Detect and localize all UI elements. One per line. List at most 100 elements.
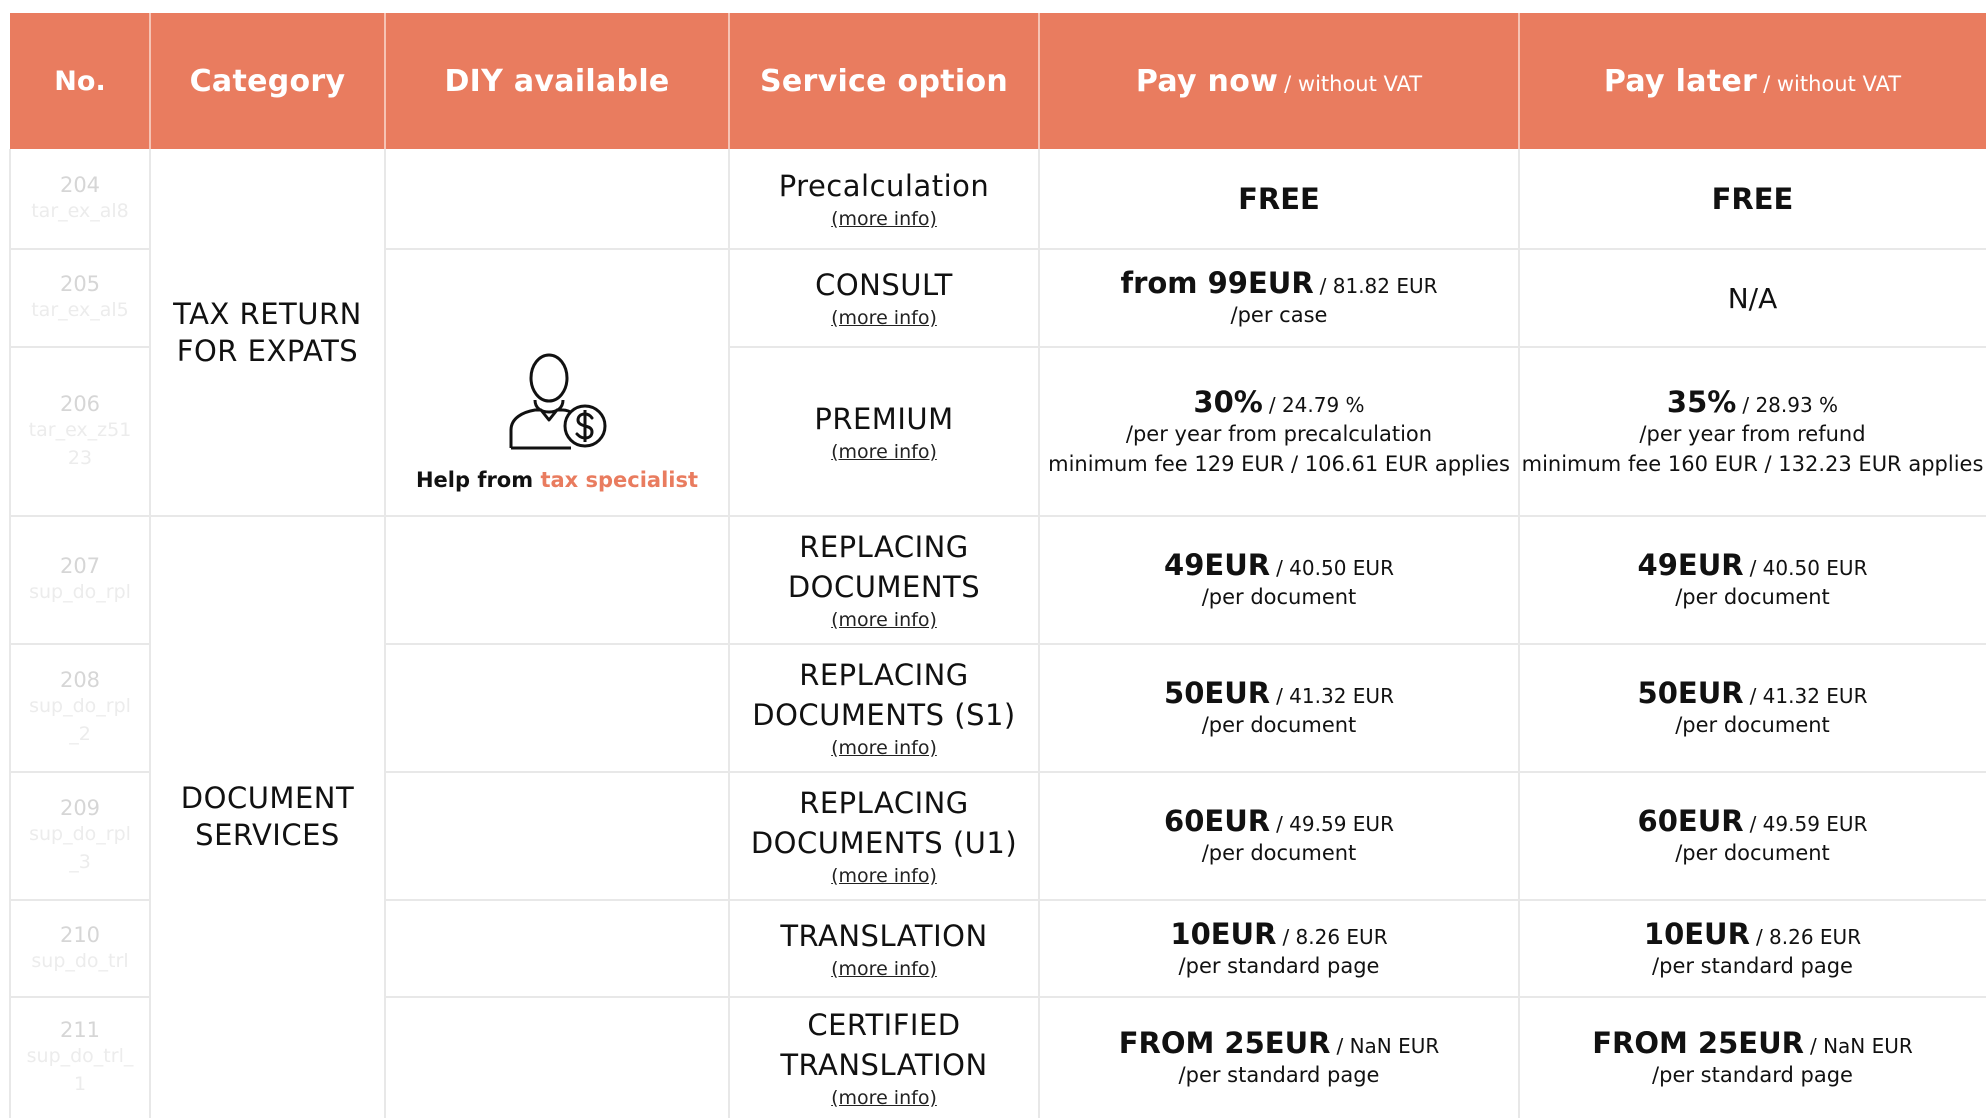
price-gross: from 99EUR (1120, 266, 1314, 300)
category-cell: TAX RETURN FOR EXPATS (150, 150, 385, 516)
category-cell: DOCUMENT SERVICES (150, 516, 385, 1118)
header-diy: DIY available (385, 13, 729, 149)
pay-now-cell: FROM 25EUR / NaN EUR /per standard page (1039, 998, 1519, 1118)
more-info-link[interactable]: (more info) (831, 607, 937, 633)
price-unit: /per document (1201, 841, 1357, 865)
tax-specialist-icon (509, 353, 607, 450)
header-no-label: No. (54, 65, 106, 97)
row-number: 208 (59, 668, 101, 692)
price-net: / 8.26 EUR (1282, 924, 1388, 949)
pay-later-cell: N/A (1519, 250, 1986, 346)
price-line: FROM 25EUR / NaN EUR (1119, 1026, 1440, 1060)
price-gross: 50EUR (1164, 676, 1271, 710)
price-gross: 30% (1193, 384, 1263, 419)
row-number: 205 (59, 272, 101, 296)
header-category-label: Category (189, 63, 346, 99)
category-tax-return: TAX RETURN FOR EXPATS (173, 297, 362, 368)
header-pay-later-group: Pay later / without VAT (1604, 64, 1901, 99)
price-net: / NaN EUR (1809, 1034, 1913, 1058)
row-number-cell: 211 sup_do_trl_1 (10, 998, 150, 1118)
pay-later-cell: 49EUR / 40.50 EUR /per document (1519, 517, 1986, 643)
price-gross: 10EUR (1170, 916, 1277, 951)
pay-now-cell: 60EUR / 49.59 EUR /per document (1039, 773, 1519, 899)
row-number-cell: 207 sup_do_rpl (10, 517, 150, 643)
price-gross: 35% (1666, 384, 1737, 419)
pricing-table: No. Category DIY available Service optio… (0, 0, 1986, 1118)
header-separator (149, 13, 151, 149)
price-unit: /per document (1201, 585, 1357, 609)
price-unit: /per document (1675, 841, 1830, 865)
price-line: 35% / 28.93 % (1667, 385, 1838, 419)
row-number-cell: 210 sup_do_trl (10, 901, 150, 996)
price-unit: /per standard page (1178, 1063, 1380, 1087)
price-net: / 28.93 % (1742, 392, 1839, 417)
row-code: tar_ex_al8 (31, 200, 129, 222)
row-number: 209 (59, 796, 101, 820)
header-pay-later-label: Pay later (1603, 63, 1758, 99)
pay-later-cell: 10EUR / 8.26 EUR /per standard page (1519, 901, 1986, 996)
header-no: No. (10, 13, 150, 149)
price-net: / 41.32 EUR (1749, 684, 1868, 708)
service-option-cell: CERTIFIED TRANSLATION (more info) (729, 998, 1039, 1118)
row-code: tar_ex_z5123 (28, 418, 132, 469)
service-option-cell: TRANSLATION (more info) (729, 901, 1039, 996)
more-info-link[interactable]: (more info) (831, 956, 937, 982)
header-diy-label: DIY available (444, 63, 670, 99)
price-line: 10EUR / 8.26 EUR (1644, 917, 1861, 951)
row-number: 207 (59, 554, 101, 578)
service-option-cell: REPLACING DOCUMENTS (U1) (more info) (729, 773, 1039, 899)
price-line: 50EUR / 41.32 EUR (1164, 676, 1394, 710)
price-line: 49EUR / 40.50 EUR (1638, 548, 1868, 582)
more-info-link[interactable]: (more info) (831, 305, 937, 331)
price-minimum-fee: minimum fee 129 EUR / 106.61 EUR applies (1048, 451, 1510, 476)
price-gross: 60EUR (1164, 804, 1271, 838)
row-code: sup_do_rpl_2 (29, 695, 131, 745)
row-number-cell: 208 sup_do_rpl_2 (10, 645, 150, 771)
diy-caption: Help from tax specialist (416, 468, 698, 492)
price-minimum-fee: minimum fee 160 EUR / 132.23 EUR applies (1521, 451, 1984, 476)
row-code: sup_do_rpl_3 (29, 823, 131, 873)
pay-now-cell: 49EUR / 40.50 EUR /per document (1039, 517, 1519, 643)
price-free: FREE (1238, 182, 1320, 216)
pay-now-cell: 50EUR / 41.32 EUR /per document (1039, 645, 1519, 771)
header-separator (1518, 13, 1520, 149)
price-net: / 81.82 EUR (1319, 274, 1438, 298)
more-info-link[interactable]: (more info) (831, 735, 937, 761)
service-option-cell: PREMIUM (more info) (729, 348, 1039, 515)
header-pay-now-label: Pay now (1135, 63, 1279, 99)
row-number-cell: 206 tar_ex_z5123 (10, 348, 150, 515)
price-gross: 50EUR (1637, 676, 1744, 710)
price-unit: /per document (1675, 585, 1830, 609)
price-net: / 40.50 EUR (1276, 556, 1394, 580)
more-info-link[interactable]: (more info) (831, 863, 937, 889)
more-info-link[interactable]: (more info) (831, 1085, 937, 1111)
row-number-cell: 209 sup_do_rpl_3 (10, 773, 150, 899)
service-name: Precalculation (778, 169, 990, 203)
service-name: CERTIFIED TRANSLATION (780, 1008, 988, 1082)
more-info-link[interactable]: (more info) (831, 206, 937, 232)
price-gross: FROM 25EUR (1118, 1026, 1331, 1060)
service-name: PREMIUM (814, 401, 954, 436)
pay-now-cell: 10EUR / 8.26 EUR /per standard page (1039, 901, 1519, 996)
header-pay-now-group: Pay now / without VAT (1136, 64, 1422, 99)
row-code: sup_do_rpl (29, 581, 131, 603)
header-separator (1038, 13, 1040, 149)
header-pay-later: Pay later / without VAT (1519, 13, 1986, 149)
service-option-cell: REPLACING DOCUMENTS (more info) (729, 517, 1039, 643)
price-line: 10EUR / 8.26 EUR (1170, 917, 1387, 951)
row-number-cell: 205 tar_ex_al5 (10, 250, 150, 346)
price-line: 60EUR / 49.59 EUR (1164, 804, 1394, 838)
service-option-cell: CONSULT (more info) (729, 250, 1039, 346)
pay-later-cell: 50EUR / 41.32 EUR /per document (1519, 645, 1986, 771)
more-info-link[interactable]: (more info) (831, 439, 937, 465)
price-unit: /per standard page (1652, 953, 1853, 978)
header-service-option: Service option (729, 13, 1039, 149)
pay-later-cell: 35% / 28.93 % /per year from refund mini… (1519, 348, 1986, 515)
service-option-cell: REPLACING DOCUMENTS (S1) (more info) (729, 645, 1039, 771)
price-line: 60EUR / 49.59 EUR (1638, 804, 1868, 838)
row-code: tar_ex_al5 (31, 299, 129, 321)
pay-later-cell: FROM 25EUR / NaN EUR /per standard page (1519, 998, 1986, 1118)
price-net: / 40.50 EUR (1749, 556, 1868, 580)
price-na: N/A (1727, 281, 1778, 315)
row-code: sup_do_trl (31, 949, 129, 972)
